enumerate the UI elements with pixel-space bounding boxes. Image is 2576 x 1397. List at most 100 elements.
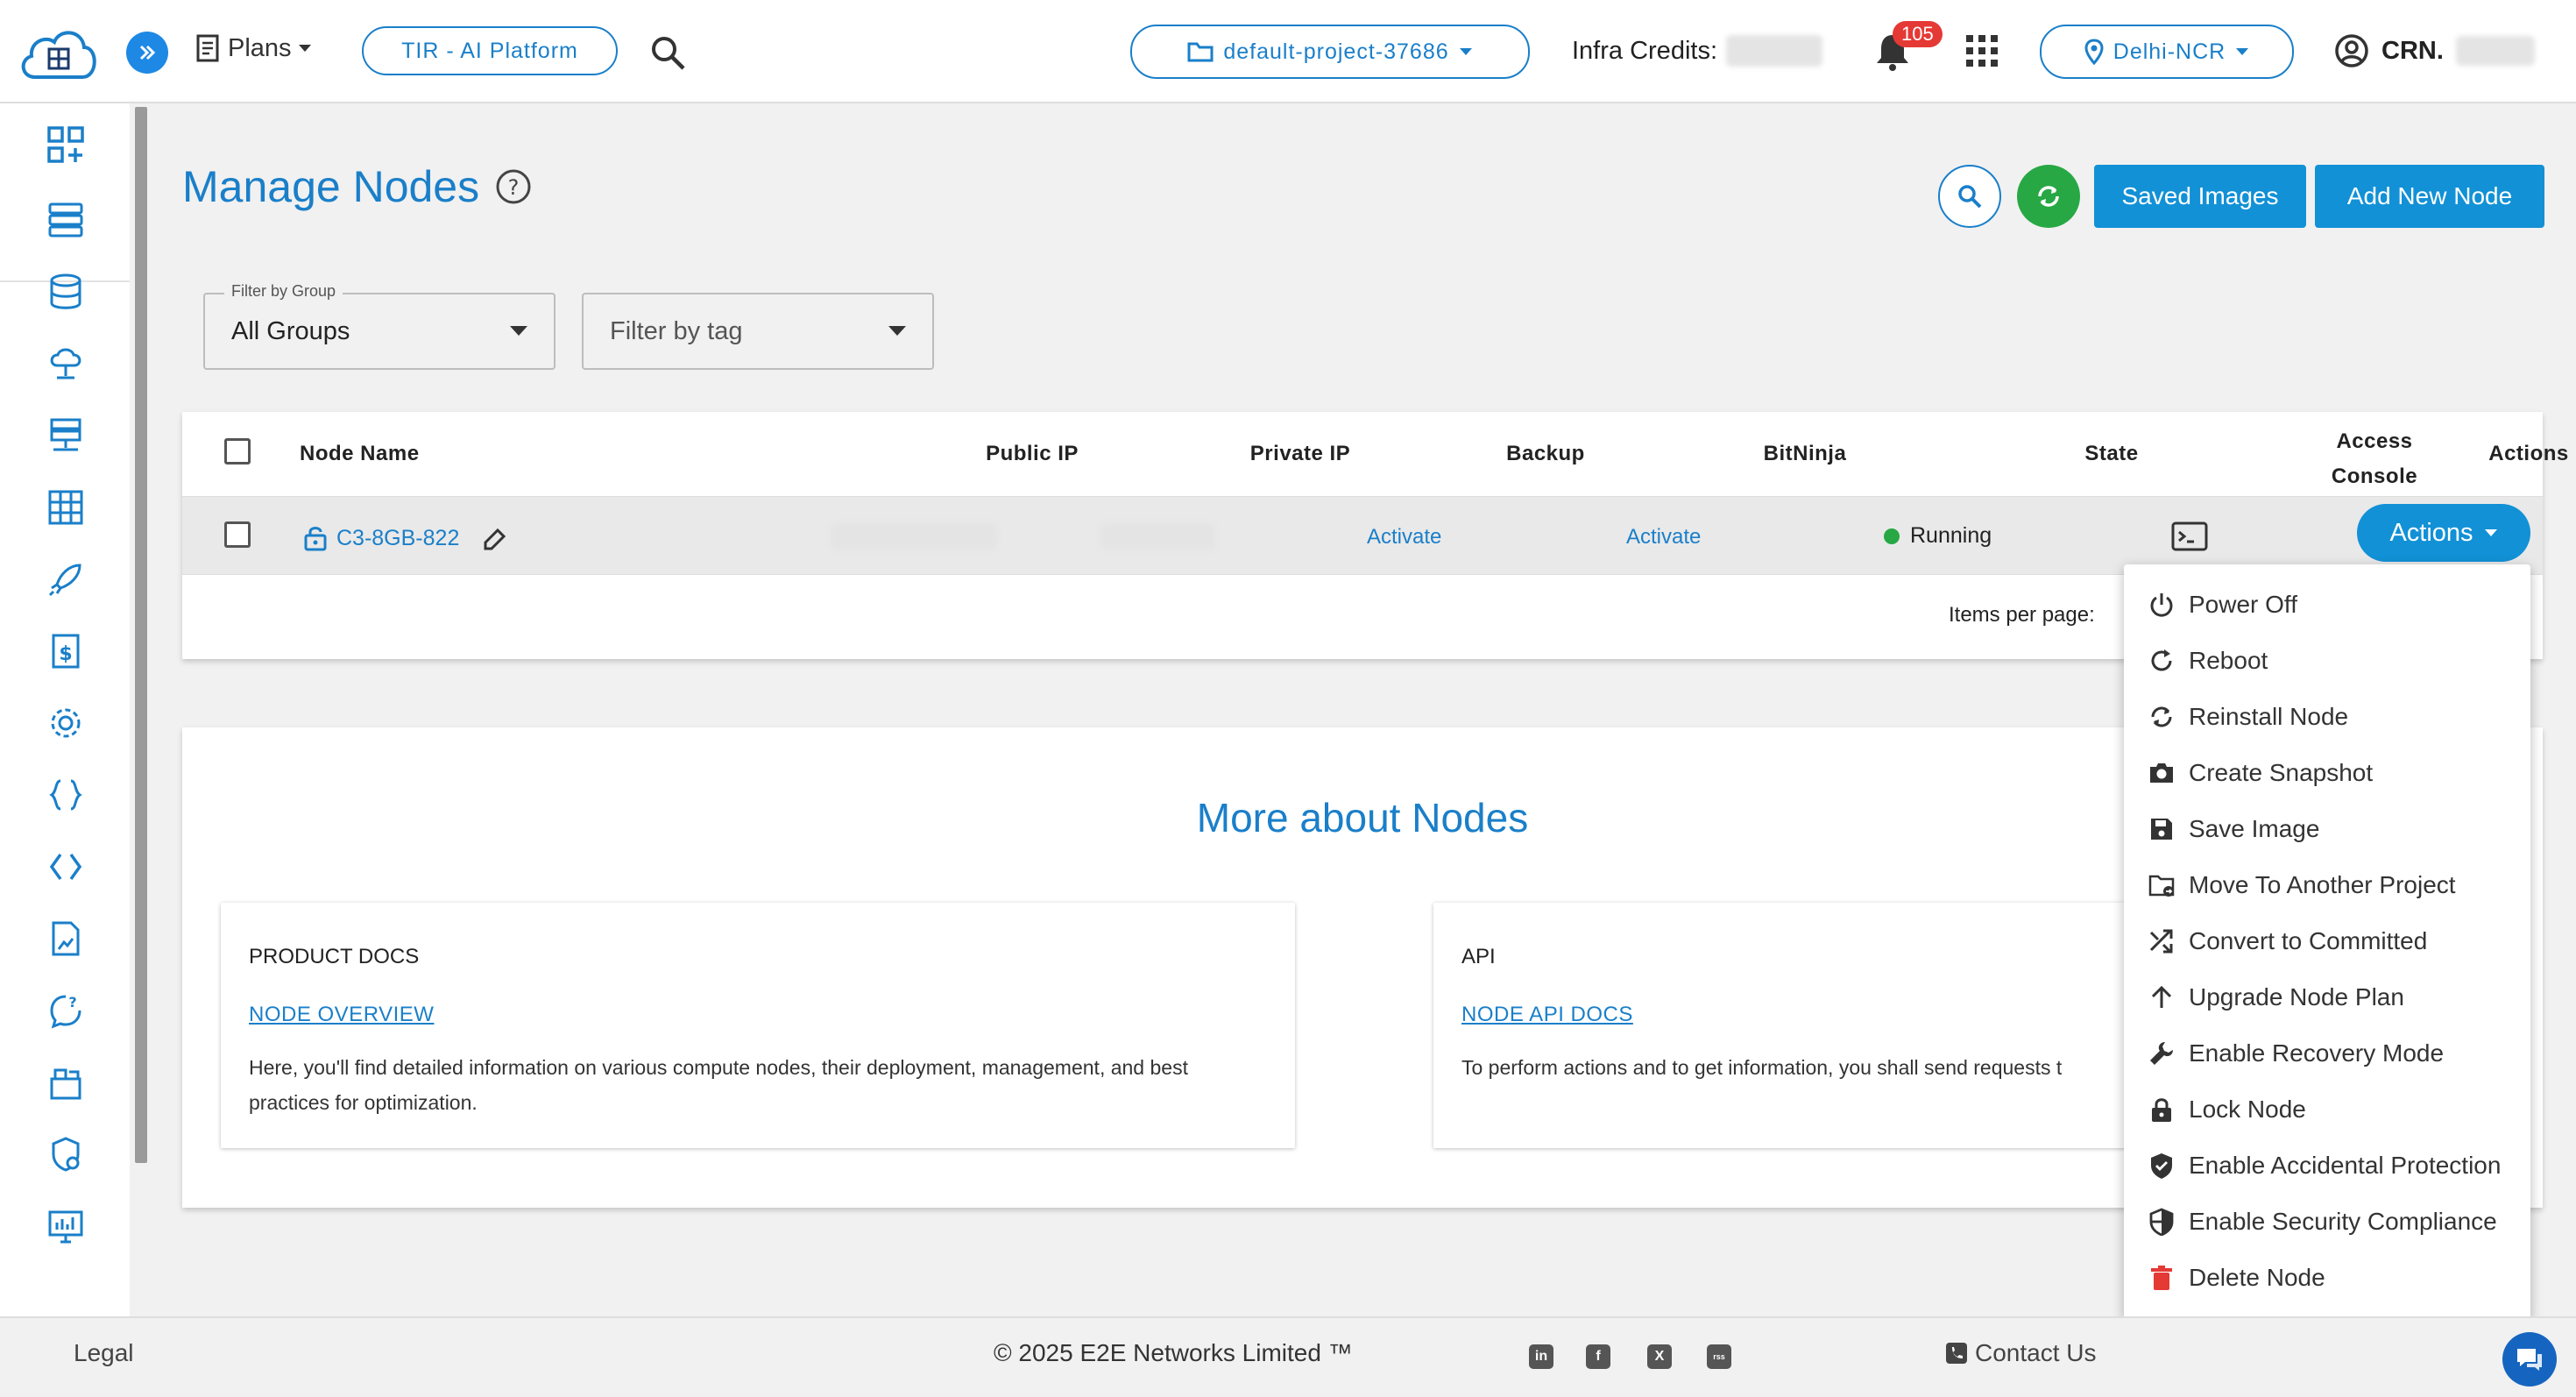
svg-text:$: $ xyxy=(59,643,72,665)
node-api-docs-link[interactable]: NODE API DOCS xyxy=(1461,1003,1633,1027)
lock-icon xyxy=(304,527,327,551)
filter-by-group-select[interactable]: All Groups xyxy=(203,293,556,370)
notification-count-badge: 105 xyxy=(1893,21,1943,47)
product-docs-heading: PRODUCT DOCS xyxy=(249,945,420,968)
dashboard-icon[interactable] xyxy=(44,123,88,167)
column-header-actions: Actions xyxy=(2488,442,2569,465)
api-heading: API xyxy=(1461,945,1496,968)
column-header-private-ip[interactable]: Private IP xyxy=(1204,442,1397,466)
group-filter-value: All Groups xyxy=(231,316,350,345)
bitninja-activate-link[interactable]: Activate xyxy=(1626,525,1701,550)
search-icon[interactable] xyxy=(648,33,689,74)
menu-label: Move To Another Project xyxy=(2189,871,2456,898)
node-name-text: C3-8GB-822 xyxy=(336,525,460,550)
state-cell: Running xyxy=(1884,523,1992,549)
menu-item-reboot[interactable]: Reboot xyxy=(2124,633,2530,689)
shuffle-icon xyxy=(2147,926,2176,956)
menu-item-upgrade-node-plan[interactable]: Upgrade Node Plan xyxy=(2124,969,2530,1025)
server-network-icon[interactable] xyxy=(44,414,88,457)
node-name-link[interactable]: C3-8GB-822 xyxy=(303,523,510,553)
database-icon[interactable] xyxy=(44,270,88,314)
menu-item-enable-accidental-protection[interactable]: Enable Accidental Protection xyxy=(2124,1138,2530,1194)
x-twitter-icon[interactable]: X xyxy=(1647,1344,1672,1369)
region-label: Delhi-NCR xyxy=(2112,39,2226,64)
contact-us-link[interactable]: Contact Us xyxy=(1945,1339,2097,1367)
marketplace-icon[interactable] xyxy=(44,1060,88,1104)
filter-by-tag-select[interactable]: Filter by tag xyxy=(582,293,934,370)
rocket-icon[interactable] xyxy=(44,557,88,601)
help-chat-icon[interactable]: ? xyxy=(44,989,88,1032)
legal-link[interactable]: Legal xyxy=(74,1339,134,1367)
menu-item-enable-security-compliance[interactable]: Enable Security Compliance xyxy=(2124,1194,2530,1250)
menu-item-delete-node[interactable]: Delete Node xyxy=(2124,1250,2530,1306)
column-header-public-ip[interactable]: Public IP xyxy=(936,442,1129,466)
column-header-node-name[interactable]: Node Name xyxy=(300,442,420,466)
code-brackets-icon[interactable] xyxy=(44,845,88,889)
menu-item-lock-node[interactable]: Lock Node xyxy=(2124,1081,2530,1138)
file-image-icon[interactable] xyxy=(44,917,88,961)
settings-gear-icon[interactable] xyxy=(44,701,88,745)
column-header-bitninja[interactable]: BitNinja xyxy=(1709,442,1901,466)
search-nodes-button[interactable] xyxy=(1938,165,2001,228)
folder-icon xyxy=(1187,42,1214,62)
shield-check-icon xyxy=(2147,1151,2176,1181)
linkedin-icon[interactable]: in xyxy=(1529,1344,1553,1369)
infra-credits-label: Infra Credits: xyxy=(1572,36,1717,65)
billing-icon[interactable]: $ xyxy=(44,629,88,673)
row-checkbox[interactable] xyxy=(224,521,251,548)
caret-down-icon xyxy=(888,326,906,336)
caret-down-icon xyxy=(2236,48,2249,55)
grid-table-icon[interactable] xyxy=(44,486,88,529)
sidebar: $ ? xyxy=(0,103,130,1316)
help-circle-icon[interactable]: ? xyxy=(495,168,532,205)
table-row[interactable]: C3-8GB-822 Activate Activate Running Act… xyxy=(182,496,2543,575)
monitoring-icon[interactable] xyxy=(44,1204,88,1248)
rss-icon[interactable]: rss xyxy=(1707,1344,1731,1369)
security-shield-icon[interactable] xyxy=(44,1132,88,1176)
expand-sidebar-button[interactable] xyxy=(126,32,168,74)
document-icon xyxy=(196,34,219,62)
node-overview-link[interactable]: NODE OVERVIEW xyxy=(249,1003,434,1027)
add-new-node-button[interactable]: Add New Node xyxy=(2315,165,2544,228)
chat-bubble-icon xyxy=(2517,1349,2542,1371)
footer: Legal © 2025 E2E Networks Limited ™ in f… xyxy=(0,1316,2576,1397)
project-selector[interactable]: default-project-37686 xyxy=(1130,25,1530,79)
menu-item-convert-to-committed[interactable]: Convert to Committed xyxy=(2124,913,2530,969)
sidebar-scrollbar[interactable] xyxy=(135,107,147,1163)
user-label: CRN. xyxy=(2381,36,2444,65)
menu-label: Power Off xyxy=(2189,591,2297,618)
saved-images-button[interactable]: Saved Images xyxy=(2094,165,2306,228)
top-navbar: Plans TIR - AI Platform default-project-… xyxy=(0,0,2576,103)
live-chat-button[interactable] xyxy=(2502,1332,2557,1386)
menu-item-create-snapshot[interactable]: Create Snapshot xyxy=(2124,745,2530,801)
menu-item-save-image[interactable]: Save Image xyxy=(2124,801,2530,857)
user-menu[interactable]: CRN. xyxy=(2334,33,2535,68)
wrench-icon xyxy=(2147,1039,2176,1068)
tir-platform-button[interactable]: TIR - AI Platform xyxy=(362,26,618,75)
menu-item-enable-recovery-mode[interactable]: Enable Recovery Mode xyxy=(2124,1025,2530,1081)
menu-item-move-to-another-project[interactable]: Move To Another Project xyxy=(2124,857,2530,913)
apps-grid-icon[interactable] xyxy=(1966,35,1998,67)
camera-icon xyxy=(2147,758,2176,788)
select-all-checkbox[interactable] xyxy=(224,438,251,464)
edit-tag-icon[interactable] xyxy=(480,523,510,553)
facebook-icon[interactable]: f xyxy=(1586,1344,1610,1369)
nodes-icon[interactable] xyxy=(44,198,88,242)
menu-item-power-off[interactable]: Power Off xyxy=(2124,577,2530,633)
actions-dropdown-button[interactable]: Actions xyxy=(2357,504,2530,562)
plans-menu[interactable]: Plans xyxy=(195,33,313,63)
caret-down-icon xyxy=(298,45,311,52)
lock-icon xyxy=(2147,1095,2176,1124)
console-terminal-icon[interactable] xyxy=(2171,521,2208,551)
column-header-backup[interactable]: Backup xyxy=(1449,442,1642,466)
refresh-icon xyxy=(2038,186,2059,207)
e2e-cloud-logo[interactable] xyxy=(16,19,100,86)
region-selector[interactable]: Delhi-NCR xyxy=(2040,25,2294,79)
menu-item-reinstall-node[interactable]: Reinstall Node xyxy=(2124,689,2530,745)
backup-activate-link[interactable]: Activate xyxy=(1367,525,1441,550)
actions-label: Actions xyxy=(2389,518,2473,547)
column-header-state[interactable]: State xyxy=(2015,442,2208,466)
code-braces-icon[interactable] xyxy=(44,773,88,817)
cloud-network-icon[interactable] xyxy=(44,342,88,386)
refresh-button[interactable] xyxy=(2017,165,2080,228)
